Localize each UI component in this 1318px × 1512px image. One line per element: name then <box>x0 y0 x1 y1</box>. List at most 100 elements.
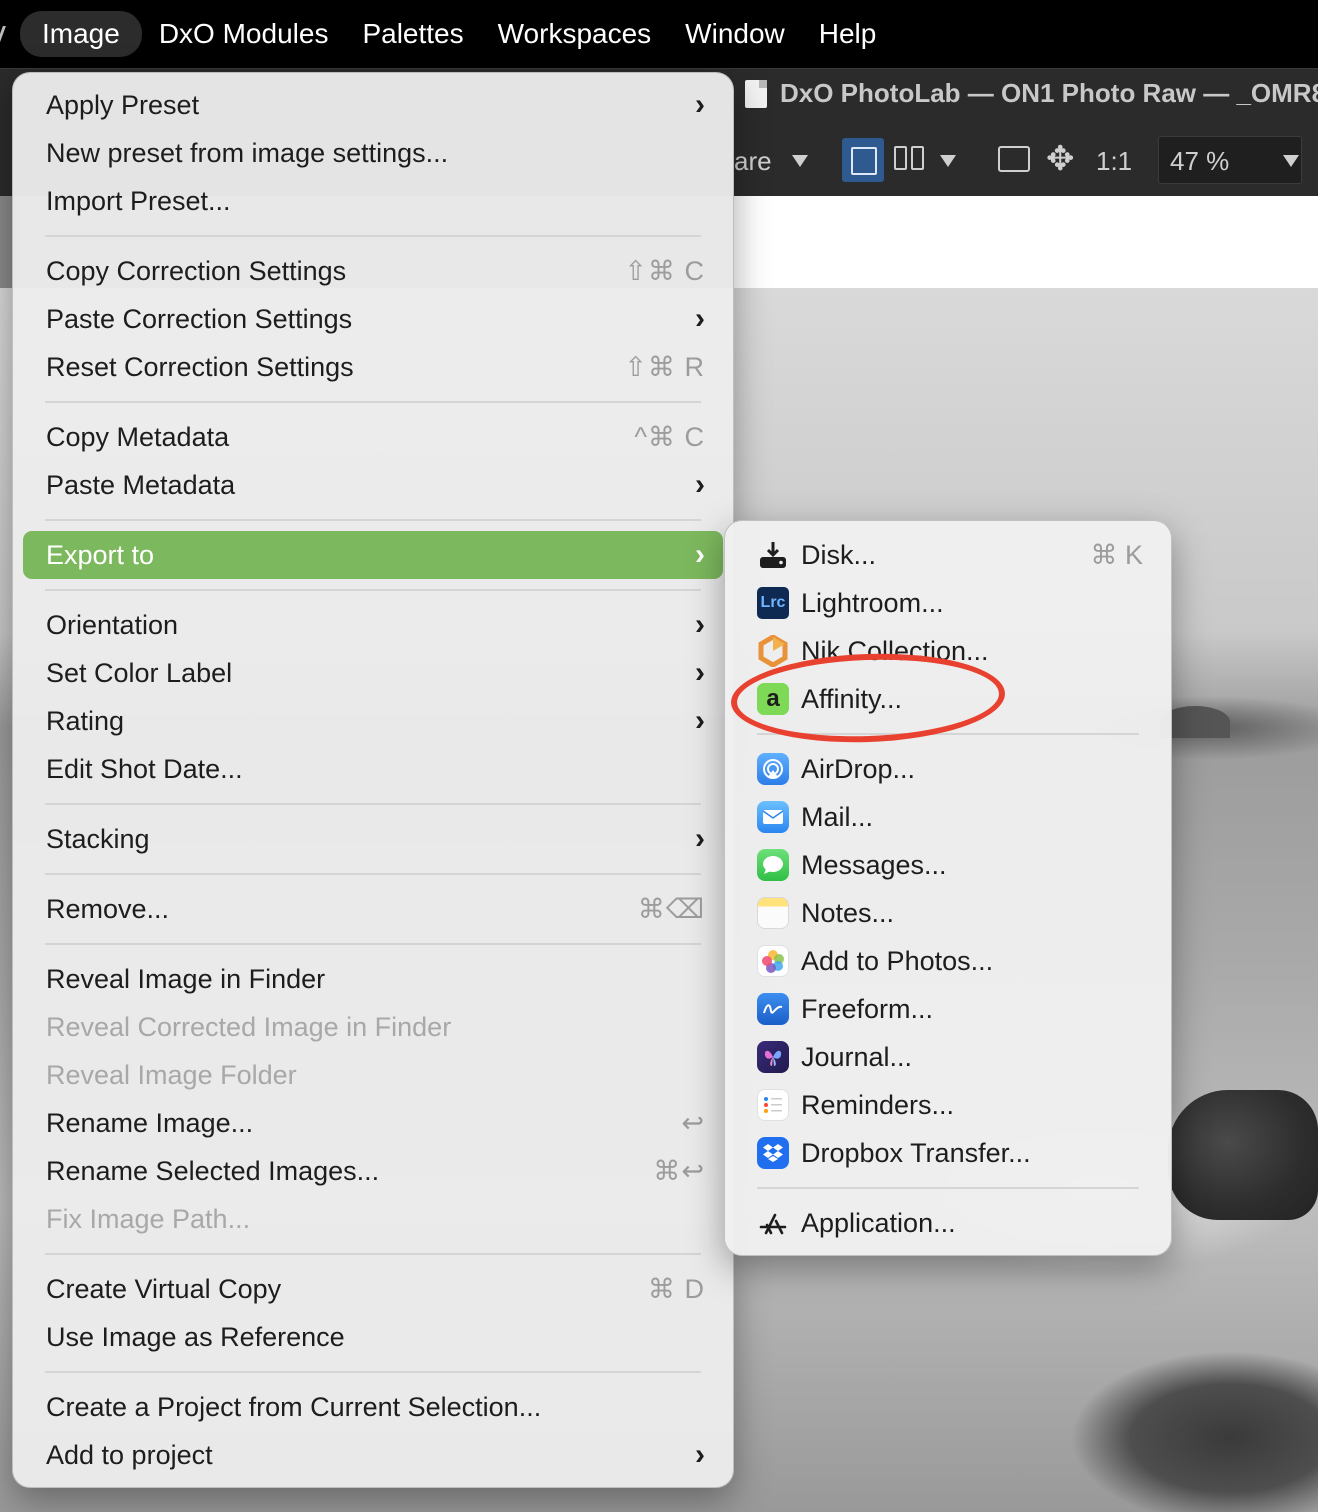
menu-dxo-modules[interactable]: DxO Modules <box>142 11 346 57</box>
single-view-icon[interactable] <box>842 138 884 182</box>
submenu-item-label: Notes... <box>801 897 895 928</box>
menu-item-rating[interactable]: Rating › <box>23 697 723 745</box>
compare-button[interactable]: are <box>734 146 772 177</box>
journal-icon <box>757 1041 789 1073</box>
submenu-item-label: Disk... <box>801 539 877 570</box>
menu-separator <box>45 1371 701 1373</box>
menu-item-label: Stacking <box>46 823 150 854</box>
chevron-right-icon: › <box>695 538 705 571</box>
menu-separator <box>45 803 701 805</box>
menu-item-shortcut: ⌘⌫ <box>637 893 705 924</box>
submenu-item-label: Lightroom... <box>801 587 944 618</box>
menu-item-shortcut: ^⌘ C <box>634 421 705 452</box>
menu-help[interactable]: Help <box>802 11 894 57</box>
menu-item-reveal-image-in-finder[interactable]: Reveal Image in Finder <box>23 955 723 1003</box>
submenu-item-reminders[interactable]: Reminders... <box>735 1081 1161 1129</box>
menu-item-reveal-corrected-image: Reveal Corrected Image in Finder <box>23 1003 723 1051</box>
menu-separator <box>45 235 701 237</box>
menu-item-label: Reveal Image Folder <box>46 1059 297 1090</box>
menu-item-label: Rename Image... <box>46 1107 254 1138</box>
view-mode-dropdown-icon[interactable] <box>940 155 956 167</box>
submenu-item-label: Reminders... <box>801 1089 955 1120</box>
menu-item-fix-image-path: Fix Image Path... <box>23 1195 723 1243</box>
menu-item-copy-correction-settings[interactable]: Copy Correction Settings ⇧⌘ C <box>23 247 723 295</box>
menu-item-paste-metadata[interactable]: Paste Metadata › <box>23 461 723 509</box>
side-by-side-view-icon[interactable] <box>894 146 926 172</box>
menu-item-label: Add to project <box>46 1439 213 1470</box>
document-icon <box>745 80 767 108</box>
submenu-item-journal[interactable]: Journal... <box>735 1033 1161 1081</box>
menu-item-reset-correction-settings[interactable]: Reset Correction Settings ⇧⌘ R <box>23 343 723 391</box>
menu-window[interactable]: Window <box>668 11 802 57</box>
submenu-item-airdrop[interactable]: AirDrop... <box>735 745 1161 793</box>
menu-item-stacking[interactable]: Stacking › <box>23 815 723 863</box>
menu-item-label: Paste Metadata <box>46 469 236 500</box>
menu-item-reveal-image-folder: Reveal Image Folder <box>23 1051 723 1099</box>
chevron-right-icon: › <box>695 88 705 121</box>
airdrop-icon <box>757 753 789 785</box>
menu-item-rename-image[interactable]: Rename Image... ↩ <box>23 1099 723 1147</box>
menu-item-orientation[interactable]: Orientation › <box>23 601 723 649</box>
submenu-item-add-to-photos[interactable]: Add to Photos... <box>735 937 1161 985</box>
menu-item-label: Set Color Label <box>46 657 233 688</box>
menu-item-create-project-from-selection[interactable]: Create a Project from Current Selection.… <box>23 1383 723 1431</box>
menu-item-label: Rating <box>46 705 125 736</box>
submenu-item-lightroom[interactable]: Lrc Lightroom... <box>735 579 1161 627</box>
menu-item-label: Use Image as Reference <box>46 1321 345 1352</box>
compare-dropdown-icon[interactable] <box>792 155 808 167</box>
menu-item-rename-selected-images[interactable]: Rename Selected Images... ⌘↩ <box>23 1147 723 1195</box>
menu-item-paste-correction-settings[interactable]: Paste Correction Settings › <box>23 295 723 343</box>
menu-item-label: Edit Shot Date... <box>46 753 243 784</box>
submenu-item-label: Dropbox Transfer... <box>801 1137 1031 1168</box>
menu-item-shortcut: ⇧⌘ C <box>624 255 705 286</box>
viewer-header-area <box>734 196 1318 288</box>
zoom-dropdown-icon[interactable] <box>1283 155 1299 167</box>
menu-item-create-virtual-copy[interactable]: Create Virtual Copy ⌘ D <box>23 1265 723 1313</box>
menu-palettes[interactable]: Palettes <box>345 11 480 57</box>
menu-item-set-color-label[interactable]: Set Color Label › <box>23 649 723 697</box>
submenu-item-messages[interactable]: Messages... <box>735 841 1161 889</box>
menu-item-copy-metadata[interactable]: Copy Metadata ^⌘ C <box>23 413 723 461</box>
menu-item-label: Reveal Image in Finder <box>46 963 326 994</box>
submenu-item-mail[interactable]: Mail... <box>735 793 1161 841</box>
menu-item-label: Copy Metadata <box>46 421 230 452</box>
menubar-leading-edge <box>0 26 9 42</box>
menu-item-label: Reveal Corrected Image in Finder <box>46 1011 452 1042</box>
menu-workspaces[interactable]: Workspaces <box>481 11 669 57</box>
menu-separator <box>45 401 701 403</box>
submenu-item-label: Journal... <box>801 1041 913 1072</box>
zoom-one-to-one-button[interactable]: 1:1 <box>1096 146 1132 177</box>
submenu-item-application[interactable]: Application... <box>735 1199 1161 1247</box>
menu-item-shortcut: ⇧⌘ R <box>624 351 705 382</box>
notes-icon <box>757 897 789 929</box>
chevron-right-icon: › <box>695 468 705 501</box>
menu-item-new-preset[interactable]: New preset from image settings... <box>23 129 723 177</box>
menu-item-export-to[interactable]: Export to › <box>23 531 723 579</box>
menu-item-label: Orientation <box>46 609 179 640</box>
menu-item-import-preset[interactable]: Import Preset... <box>23 177 723 225</box>
reminders-icon <box>757 1089 789 1121</box>
disk-export-icon <box>757 539 789 571</box>
menu-image[interactable]: Image <box>20 11 142 57</box>
submenu-item-dropbox-transfer[interactable]: Dropbox Transfer... <box>735 1129 1161 1177</box>
submenu-item-freeform[interactable]: Freeform... <box>735 985 1161 1033</box>
submenu-item-label: Messages... <box>801 849 947 880</box>
submenu-item-disk[interactable]: Disk... ⌘ K <box>735 531 1161 579</box>
menu-item-add-to-project[interactable]: Add to project › <box>23 1431 723 1479</box>
window-title: DxO PhotoLab — ON1 Photo Raw — _OMR8 <box>780 78 1318 108</box>
menu-item-edit-shot-date[interactable]: Edit Shot Date... <box>23 745 723 793</box>
menu-item-apply-preset[interactable]: Apply Preset › <box>23 81 723 129</box>
submenu-item-label: Freeform... <box>801 993 934 1024</box>
submenu-separator <box>757 1187 1139 1189</box>
menu-item-label: New preset from image settings... <box>46 137 449 168</box>
chevron-right-icon: › <box>695 656 705 689</box>
menu-item-label: Remove... <box>46 893 170 924</box>
menu-item-use-image-as-reference[interactable]: Use Image as Reference <box>23 1313 723 1361</box>
move-icon[interactable]: ✥ <box>1046 140 1075 178</box>
submenu-item-notes[interactable]: Notes... <box>735 889 1161 937</box>
fit-to-screen-icon[interactable] <box>998 146 1030 172</box>
menu-item-remove[interactable]: Remove... ⌘⌫ <box>23 885 723 933</box>
chevron-right-icon: › <box>695 704 705 737</box>
menu-bar: Image DxO Modules Palettes Workspaces Wi… <box>0 0 1318 68</box>
menu-separator <box>45 943 701 945</box>
